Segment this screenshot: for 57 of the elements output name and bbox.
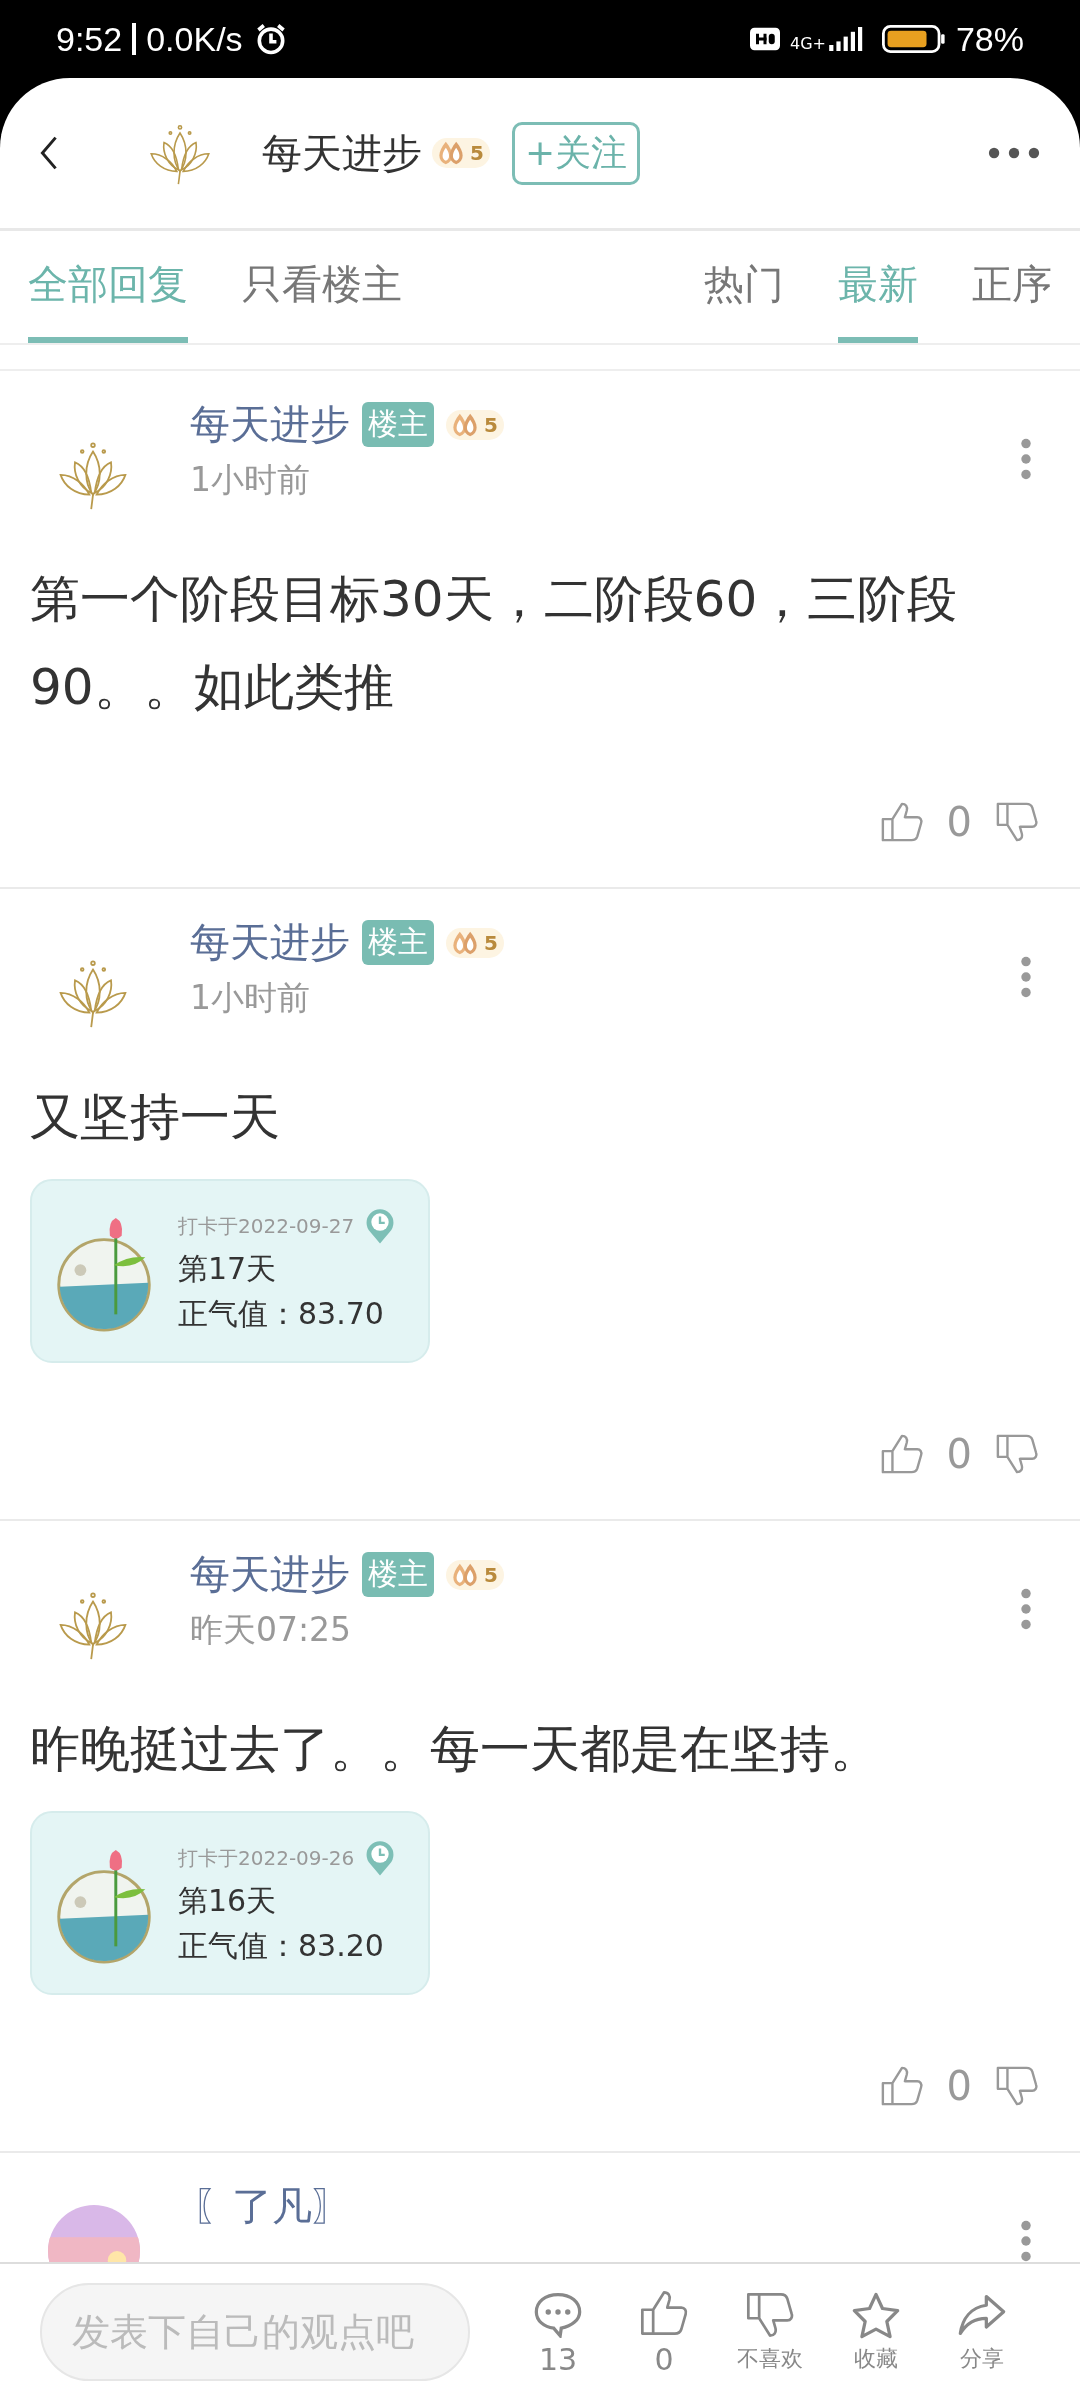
more-icon[interactable]: [988, 146, 1040, 160]
separator-bar: [132, 23, 137, 55]
author-name[interactable]: 每天进步: [190, 397, 350, 452]
like-count: 0: [946, 1431, 972, 1477]
battery-icon: [881, 25, 946, 53]
checkin-day: 第16天: [178, 1881, 397, 1922]
post-text: 第一个阶段目标30天，二阶段60，三阶段90。。如此类推: [30, 569, 959, 718]
tab[interactable]: 正序: [972, 231, 1052, 343]
tab[interactable]: 只看楼主: [242, 231, 402, 343]
action-button[interactable]: 收藏: [838, 2290, 914, 2374]
level-number: 5: [484, 1562, 498, 1587]
like-count: 0: [946, 2063, 972, 2109]
thumbs-down-icon: [744, 2290, 796, 2340]
battery-level: 78%: [955, 19, 1024, 59]
op-badge: 楼主: [362, 1552, 434, 1597]
star-icon: [850, 2290, 902, 2340]
tab[interactable]: 最新: [838, 231, 918, 343]
level-number: 5: [470, 141, 484, 165]
post-time: 1小时前: [190, 977, 311, 1019]
op-badge: 楼主: [362, 402, 434, 447]
follow-button[interactable]: +关注: [511, 121, 641, 185]
status-time: 9:52: [56, 19, 123, 59]
author-name[interactable]: 〖了凡〗: [192, 2179, 352, 2234]
signal-icon: [827, 26, 864, 52]
action-button[interactable]: 0: [626, 2287, 702, 2377]
checkin-date: 打卡于2022-09-27: [178, 1212, 355, 1240]
level-number: 5: [484, 930, 498, 955]
like-count: 0: [946, 799, 972, 845]
checkin-value: 正气值：83.20: [178, 1927, 385, 1965]
op-badge: 楼主: [362, 920, 434, 965]
author-name[interactable]: 每天进步: [190, 1547, 350, 1602]
thumbs-down-icon[interactable]: [994, 2064, 1040, 2108]
action-button[interactable]: 分享: [944, 2290, 1020, 2374]
action-button[interactable]: 13: [520, 2287, 596, 2377]
tab[interactable]: 热门: [704, 231, 784, 343]
checkin-date: 打卡于2022-09-26: [178, 1844, 355, 1872]
thumbs-down-icon[interactable]: [994, 800, 1040, 844]
network-speed: 0.0K/s: [146, 19, 243, 59]
post-time: 1小时前: [190, 459, 311, 501]
tab[interactable]: 全部回复: [28, 231, 188, 343]
comment-field[interactable]: 发表下自己的观点吧: [40, 2283, 470, 2381]
checkin-card[interactable]: 打卡于2022-09-26 第16天 正气值：83.20: [30, 1811, 430, 1995]
lotus-pond-icon: [54, 1848, 154, 1966]
author-name[interactable]: 每天进步: [262, 125, 422, 181]
checkin-day: 第17天: [178, 1249, 397, 1290]
action-button[interactable]: 不喜欢: [732, 2290, 808, 2374]
hd-icon: [749, 27, 780, 51]
author-name[interactable]: 每天进步: [190, 915, 350, 970]
network-type: 4G+: [789, 33, 826, 53]
thumbs-down-icon[interactable]: [994, 1432, 1040, 1476]
post-text: 又坚持一天: [30, 1087, 281, 1148]
lotus-pond-icon: [54, 1216, 154, 1334]
post-text: 昨晚挺过去了。。每一天都是在坚持。: [30, 1719, 881, 1780]
checkin-card[interactable]: 打卡于2022-09-27 第17天 正气值：83.70: [30, 1179, 430, 1363]
level-number: 5: [484, 412, 498, 437]
post-time: 昨天07:25: [190, 1609, 353, 1651]
checkin-value: 正气值：83.70: [178, 1295, 385, 1333]
